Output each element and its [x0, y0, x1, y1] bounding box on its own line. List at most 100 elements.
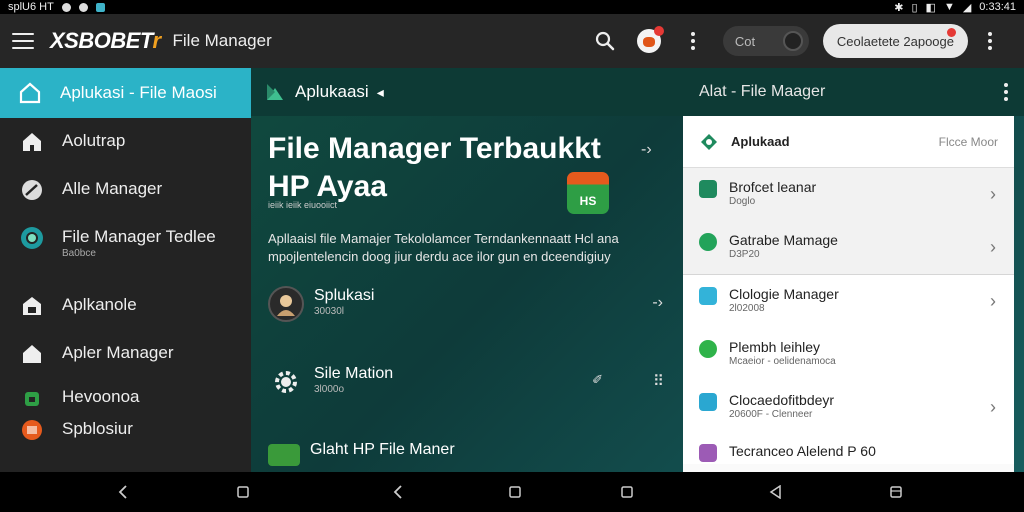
sidebar-item-aplkanole[interactable]: Aplkanole [0, 294, 251, 330]
hero-subtitle: ieiik ieiik eiuooiict [268, 200, 338, 210]
more-vert-icon [988, 32, 992, 50]
hero-title: File Manager Terbaukkt HP Ayaa [268, 130, 601, 206]
battery-saver-icon: ◧ [925, 1, 936, 14]
home-square-icon[interactable] [507, 484, 523, 500]
signal-icon: ◢ [962, 1, 972, 14]
panel-section-title: Alat - File Maager [699, 83, 826, 100]
pin-icon[interactable]: ✐ [592, 372, 603, 388]
panel-row[interactable]: Clocaedofitbdeyr 20600F - Clenneer › [683, 381, 1014, 434]
sidebar-item-label: File Manager Tedlee [62, 227, 216, 246]
recents-square-icon[interactable] [619, 484, 635, 500]
status-time: 0:33:41 [979, 1, 1016, 13]
house-icon [20, 342, 44, 366]
sidebar: Aplukasi - File Maosi Aolutrap Alle Mana… [0, 68, 251, 472]
sidebar-header-label: Aplukasi - File Maosi [60, 83, 217, 102]
feed-item-splukasi[interactable]: Splukasi 30030l -› [268, 286, 663, 322]
document-icon [699, 393, 717, 411]
panel-row-title: Clocaedofitbdeyr [729, 392, 835, 408]
back-icon[interactable] [390, 484, 406, 500]
chevron-right-icon: › [990, 291, 996, 311]
hero-expand-icon[interactable]: -› [641, 141, 652, 159]
panel-row-sub: Doglo [729, 196, 756, 207]
android-icon [20, 386, 44, 410]
sidebar-item-label: Hevoonoa [62, 387, 140, 406]
sidebar-header[interactable]: Aplukasi - File Maosi [0, 68, 251, 118]
orange-app-icon [20, 418, 44, 442]
menu-icon[interactable] [12, 33, 34, 49]
feed-item-title: Glaht HP File Maner [310, 441, 455, 458]
panel-row-title: Brofcet leanar [729, 179, 817, 195]
back-triangle-icon[interactable] [768, 484, 784, 500]
more-vert-icon[interactable] [1004, 83, 1008, 101]
panel-header[interactable]: Aplukaad Flcce Moor [683, 116, 1014, 168]
feed-item-glaht[interactable]: Glaht HP File Maner [268, 440, 663, 466]
sidebar-item-aolutrap[interactable]: Aolutrap [0, 130, 251, 166]
brand-logo-text: XSBOBET [50, 28, 153, 53]
bluetooth-icon: ✱ [894, 1, 904, 14]
toggle-knob [782, 31, 803, 51]
sidebar-item-hevoonoa[interactable]: Hevoonoa [0, 386, 251, 414]
panel-group-1: Brofcet leanar Doglo › Gatrabe Mamage D3P2… [683, 168, 1014, 275]
overflow-menu-button[interactable] [679, 27, 707, 55]
vibrate-icon: ▯ [911, 1, 918, 14]
sidebar-item-label: Aolutrap [62, 131, 126, 150]
main-header: Aplukaasi ◂ Alat - File Maager [251, 68, 1024, 116]
chevron-right-icon: › [990, 237, 996, 257]
sidebar-item-apler-manager[interactable]: Apler Manager [0, 342, 251, 378]
sidebar-item-label: Alle Manager [62, 179, 163, 198]
sidebar-item-spblosiur[interactable]: Spblosiur [0, 418, 251, 446]
drag-handle-icon[interactable]: ⠿ [653, 372, 664, 390]
mode-toggle[interactable]: Cot [722, 26, 809, 56]
store-icon [20, 294, 44, 318]
search-button[interactable] [591, 27, 619, 55]
panel-row-sub: 2l02008 [729, 303, 765, 314]
panel-group-2: Clologie Manager 2l02008 › Plembh leihley… [683, 275, 1014, 464]
arrow-icon: ◂ [376, 83, 384, 100]
panel-row[interactable]: Brofcet leanar Doglo › [683, 168, 1014, 221]
brand-logo-accent: r [152, 28, 161, 53]
storage-icon [699, 233, 717, 251]
feed-item-title: Sile Mation [314, 365, 394, 382]
status-left: splU6 HT [8, 1, 105, 13]
feed-item-sile-mation[interactable]: Sile Mation 3l000o ✐ ⠿ [268, 364, 664, 400]
overflow-menu-button-2[interactable] [976, 27, 1004, 55]
app-circle-icon [20, 226, 44, 250]
panel-row-sub: D3P20 [729, 249, 760, 260]
archive-icon [699, 444, 717, 462]
kotlin-logo-icon [267, 84, 283, 100]
chevron-right-icon: › [990, 397, 996, 417]
recents-icon[interactable] [888, 484, 904, 500]
app-title: File Manager [172, 31, 272, 50]
back-icon[interactable] [115, 484, 131, 500]
main-header-right: Alat - File Maager [683, 83, 1024, 101]
brand-logo: XSBOBETr [50, 28, 161, 54]
home-square-icon[interactable] [235, 484, 251, 500]
panel-row[interactable]: Clologie Manager 2l02008 › [683, 275, 1014, 328]
panel-header-title: Aplukaad [731, 134, 790, 149]
hp-app-badge-label: HS [579, 194, 597, 208]
status-bar: splU6 HT ✱ ▯ ◧ ▼ ◢ 0:33:41 [0, 0, 1024, 14]
android-app-icon [268, 444, 300, 466]
chevron-right-icon[interactable]: -› [652, 294, 663, 312]
sidebar-item-sub: Ba0bce [62, 248, 96, 259]
panel-row[interactable]: Gatrabe Mamage D3P20 › [683, 221, 1014, 274]
sidebar-item-label: Aplkanole [62, 295, 137, 314]
sidebar-item-label: Apler Manager [62, 343, 174, 362]
home-outline-icon [19, 82, 41, 104]
profile-button[interactable] [635, 26, 664, 55]
panel-row[interactable]: Tecranceo Alelend P 60 [683, 434, 1014, 464]
compass-icon [20, 178, 44, 202]
sidebar-item-alle-manager[interactable]: Alle Manager [0, 178, 251, 214]
screen: splU6 HT ✱ ▯ ◧ ▼ ◢ 0:33:41 XSBOBETr File… [0, 0, 1024, 512]
sidebar-item-file-manager-tedlee[interactable]: File Manager Tedlee Ba0bce [0, 226, 251, 278]
action-chip-button[interactable]: Ceolaetete 2apooge [822, 24, 968, 58]
system-nav-bar [0, 472, 1024, 512]
main-header-title: Aplukaasi [295, 82, 369, 101]
panel-row[interactable]: Plembh leihley Mcaeior - oelidenamoca [683, 328, 1014, 381]
side-panel: Aplukaad Flcce Moor Brofcet leanar Doglo … [683, 116, 1014, 472]
status-right: ✱ ▯ ◧ ▼ ◢ 0:33:41 [894, 1, 1016, 14]
mode-toggle-label: Cot [734, 33, 756, 49]
panel-row-title: Tecranceo Alelend P 60 [729, 443, 876, 459]
action-chip-label: Ceolaetete 2apooge [836, 33, 954, 49]
hero-description: Apllaaisl file Mamajer Tekololamcer Tern… [268, 231, 619, 264]
